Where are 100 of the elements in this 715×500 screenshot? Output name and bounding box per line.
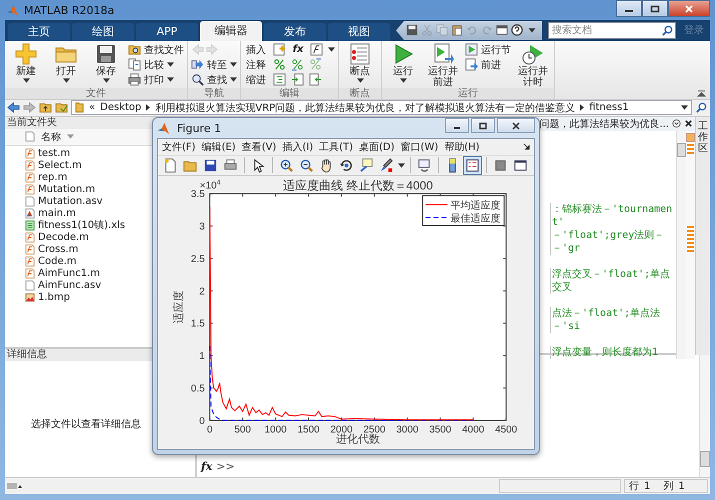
menu-item[interactable]: 查看(V): [242, 140, 276, 154]
ribbon-button[interactable]: 注释: [244, 58, 268, 72]
browse-folder-icon[interactable]: [55, 102, 68, 114]
dropdown-caret-icon: [167, 62, 174, 68]
scrollbar[interactable]: [676, 130, 686, 359]
close-button[interactable]: [668, 0, 710, 17]
y-tick-label: 3.5: [190, 189, 205, 200]
ribbon-button[interactable]: 比较: [128, 58, 184, 72]
ribbon-button[interactable]: 前进: [465, 58, 511, 72]
file-name[interactable]: Cross.m: [38, 244, 78, 256]
maximize-button[interactable]: [642, 0, 668, 17]
ribbon-button[interactable]: 查找: [191, 72, 237, 87]
chevron-right-icon[interactable]: [580, 104, 584, 112]
window-switch-icon[interactable]: [496, 24, 508, 36]
ribbon-button[interactable]: 运行并计时: [515, 42, 551, 88]
paste-icon[interactable]: [451, 24, 463, 36]
ribbon-tab[interactable]: 编辑器: [200, 20, 262, 41]
close-icon: [684, 4, 694, 12]
menu-item[interactable]: 工具(T): [319, 140, 354, 154]
ribbon-button[interactable]: 运行: [385, 42, 421, 88]
file-name[interactable]: rep.m: [38, 172, 68, 184]
close-icon[interactable]: [684, 119, 693, 128]
column-header[interactable]: 名称: [41, 130, 61, 144]
ribbon-tab[interactable]: 绘图: [72, 22, 134, 41]
menu-item[interactable]: 窗口(W): [400, 140, 438, 154]
brush-icon[interactable]: [378, 156, 395, 174]
search-icon[interactable]: [695, 102, 708, 114]
file-name[interactable]: fitness1(10镇).xls: [38, 220, 126, 232]
file-name[interactable]: Code.m: [38, 256, 77, 268]
file-name[interactable]: Mutation.m: [38, 184, 96, 196]
address-bar[interactable]: « Desktop 利用模拟退火算法实现VRP问题，此算法结果较为优良，对了解模拟退火算法有一定的借鉴意义 fitness1: [71, 100, 692, 116]
dropdown-caret-icon: [62, 78, 70, 83]
menu-item[interactable]: 桌面(D): [359, 140, 395, 154]
find-files-icon: [128, 43, 141, 56]
ribbon-button[interactable]: 保存: [88, 42, 124, 88]
editor-tab[interactable]: 问题，此算法结果较为优良...: [539, 116, 669, 131]
ribbon-button[interactable]: 缩进: [244, 72, 268, 87]
legend-icon[interactable]: [464, 156, 481, 174]
path-segment[interactable]: 利用模拟退火算法实现VRP问题，此算法结果较为优良，对了解模拟退火算法有一定的借鉴意义: [155, 100, 576, 115]
insert-function-button[interactable]: fx: [291, 42, 305, 57]
zoom-out-icon[interactable]: [298, 156, 315, 174]
ribbon-button[interactable]: 新建: [8, 42, 44, 88]
ribbon-tab[interactable]: APP: [136, 22, 198, 41]
close-button[interactable]: [497, 118, 535, 133]
file-name[interactable]: Select.m: [38, 160, 82, 172]
ribbon-button[interactable]: 打印: [128, 72, 184, 87]
ribbon-button[interactable]: 运行节: [465, 42, 511, 57]
function-icon: [310, 43, 323, 56]
help-icon[interactable]: [511, 24, 523, 36]
file-name[interactable]: Decode.m: [38, 232, 89, 244]
data-cursor-icon[interactable]: [358, 156, 375, 174]
up-folder-icon[interactable]: [39, 102, 52, 114]
path-segment[interactable]: Desktop: [100, 102, 142, 114]
menu-item[interactable]: 插入(I): [282, 140, 314, 154]
file-name[interactable]: 1.bmp: [38, 292, 70, 304]
file-name[interactable]: Mutation.asv: [38, 196, 103, 208]
menu-item[interactable]: 帮助(H): [444, 140, 480, 154]
overflow-mark[interactable]: «: [89, 102, 96, 114]
maximize-button[interactable]: [471, 118, 495, 133]
ribbon-tab[interactable]: 发布: [264, 22, 326, 41]
function-browser-button[interactable]: fx: [201, 460, 212, 474]
matlab-logo-icon: [157, 122, 170, 134]
zoom-in-icon[interactable]: [278, 156, 295, 174]
file-name[interactable]: AimFunc.asv: [38, 280, 102, 292]
file-name[interactable]: test.m: [38, 148, 70, 160]
smart-indent-icon: [273, 73, 286, 86]
function-file-icon: [25, 256, 35, 268]
code-line: ：锦标赛法－'tournament': [552, 204, 672, 228]
ribbon-button[interactable]: 运行并前进: [425, 42, 461, 88]
tab-options-icon[interactable]: [672, 119, 681, 128]
minimize-button[interactable]: [445, 118, 469, 133]
file-name[interactable]: main.m: [38, 208, 76, 220]
ribbon-button[interactable]: 查找文件: [128, 42, 184, 57]
save-icon: [95, 42, 117, 65]
function-file-icon: [25, 268, 35, 280]
status-grip-icon[interactable]: [7, 482, 23, 490]
ribbon-tab[interactable]: 视图: [328, 22, 390, 41]
scrollbar[interactable]: [699, 354, 710, 478]
menu-item[interactable]: 编辑(E): [202, 140, 236, 154]
dropdown-caret-icon: [230, 77, 237, 82]
menu-item[interactable]: 文件(F): [162, 140, 196, 154]
ribbon-tab[interactable]: 主页: [8, 22, 70, 41]
spreadsheet-file-icon: [25, 220, 35, 232]
y-axis-label: 适应度: [172, 290, 185, 324]
minimize-button[interactable]: [616, 0, 642, 17]
file-name[interactable]: AimFunc1.m: [38, 268, 100, 280]
ribbon-button[interactable]: 打开: [48, 42, 84, 88]
path-segment[interactable]: fitness1: [589, 102, 629, 114]
save-icon[interactable]: [406, 24, 418, 36]
ribbon-button[interactable]: 断点: [342, 42, 378, 88]
search-field[interactable]: 搜索文档: [548, 22, 676, 39]
chevron-right-icon[interactable]: [146, 104, 150, 112]
ribbon-button[interactable]: 插入: [244, 42, 268, 57]
back-forward-arrows-icon: [191, 43, 219, 56]
dock-arrow-icon[interactable]: [523, 143, 530, 150]
function-file-icon: [25, 184, 35, 196]
ribbon-button[interactable]: 转至: [191, 58, 237, 72]
dropdown-caret-icon[interactable]: [328, 47, 335, 52]
collapse-ribbon-icon[interactable]: [697, 90, 706, 97]
back-arrow-icon[interactable]: [7, 102, 20, 114]
